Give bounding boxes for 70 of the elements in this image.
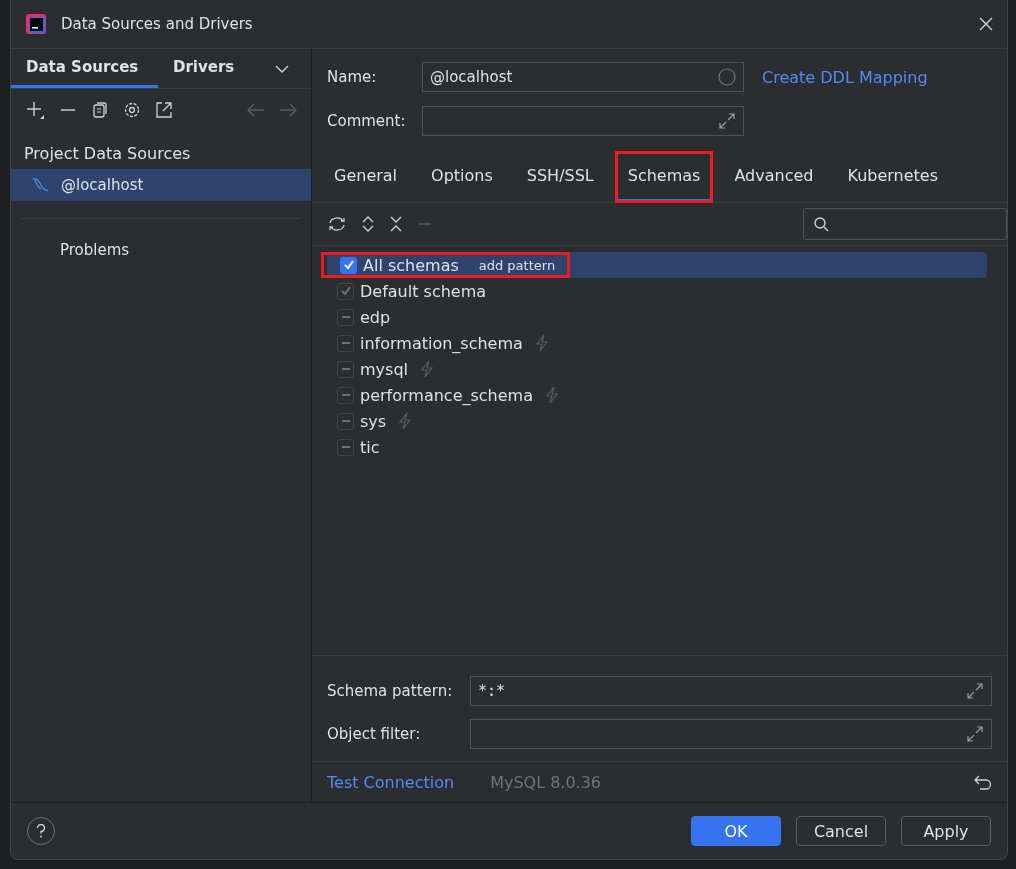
tab[interactable]: Kubernetes bbox=[835, 152, 951, 202]
expand-icon[interactable] bbox=[718, 112, 736, 130]
excluded-checkbox[interactable] bbox=[337, 334, 354, 352]
schema-name: information_schema bbox=[360, 333, 523, 353]
dash-icon bbox=[340, 445, 351, 449]
dash-icon bbox=[340, 393, 351, 397]
schema-name: tic bbox=[360, 437, 380, 457]
create-ddl-mapping-link[interactable]: Create DDL Mapping bbox=[762, 67, 928, 87]
sidebar-tab[interactable]: Drivers bbox=[158, 49, 250, 88]
pattern-field[interactable] bbox=[470, 719, 992, 749]
excluded-checkbox[interactable] bbox=[337, 308, 354, 326]
window-title: Data Sources and Drivers bbox=[61, 15, 254, 33]
schema-name: edp bbox=[360, 307, 391, 327]
data-source-item[interactable]: @localhost bbox=[11, 169, 311, 201]
copy-icon[interactable] bbox=[91, 101, 109, 119]
expand-all-icon[interactable] bbox=[361, 215, 375, 233]
pattern-field[interactable]: *:* bbox=[470, 676, 992, 706]
dialog-button[interactable]: OK bbox=[691, 816, 781, 846]
refresh-icon[interactable] bbox=[327, 215, 347, 233]
tab[interactable]: Schemas bbox=[615, 152, 713, 202]
tab[interactable]: General bbox=[322, 152, 410, 202]
excluded-checkbox[interactable] bbox=[337, 360, 354, 378]
checkmark-icon bbox=[338, 284, 353, 298]
section-heading: Project Data Sources bbox=[23, 143, 192, 165]
search-icon bbox=[813, 216, 829, 232]
expand-icon[interactable] bbox=[966, 725, 984, 743]
field-label: Name: bbox=[327, 68, 378, 86]
tab[interactable]: Advanced bbox=[722, 152, 826, 202]
dialog-button[interactable]: Cancel bbox=[796, 816, 886, 846]
collapse-all-icon[interactable] bbox=[389, 215, 403, 233]
test-connection-link[interactable]: Test Connection bbox=[327, 772, 455, 792]
excluded-checkbox[interactable] bbox=[337, 438, 354, 456]
sidebar-tab[interactable]: Data Sources bbox=[11, 49, 158, 88]
dash-icon bbox=[340, 315, 351, 319]
settings-icon[interactable] bbox=[123, 101, 141, 119]
schema-name: sys bbox=[360, 411, 387, 431]
excluded-checkbox[interactable] bbox=[337, 386, 354, 404]
schema-name: performance_schema bbox=[360, 385, 533, 405]
search-field[interactable] bbox=[803, 208, 1007, 240]
add-pattern-link[interactable]: add pattern bbox=[478, 257, 556, 273]
dash-icon bbox=[340, 341, 351, 345]
app-logo-icon bbox=[25, 13, 47, 35]
problems-item[interactable]: Problems bbox=[11, 241, 311, 259]
schema-name: All schemas bbox=[363, 255, 459, 275]
version-text: MySQL 8.0.36 bbox=[490, 772, 602, 792]
field-label: Object filter: bbox=[327, 725, 422, 743]
schema-name: mysql bbox=[360, 359, 408, 379]
question-mark-icon bbox=[36, 824, 46, 838]
schema-name: Default schema bbox=[360, 281, 487, 301]
checkmark-icon bbox=[341, 258, 356, 272]
tab[interactable]: Options bbox=[419, 152, 505, 202]
excluded-checkbox[interactable] bbox=[337, 412, 354, 430]
dolphin-icon bbox=[31, 177, 49, 193]
dialog-button[interactable]: Apply bbox=[901, 816, 991, 846]
add-icon[interactable] bbox=[25, 100, 45, 120]
undo-icon[interactable] bbox=[974, 774, 992, 790]
external-link-icon[interactable] bbox=[155, 101, 173, 119]
dash-icon bbox=[340, 367, 351, 371]
field-label: Comment: bbox=[327, 112, 407, 130]
tab[interactable]: SSH/SSL bbox=[514, 152, 606, 202]
close-icon[interactable] bbox=[979, 17, 993, 31]
comment-field[interactable] bbox=[422, 106, 744, 136]
expand-icon[interactable] bbox=[966, 682, 984, 700]
dash-icon bbox=[340, 419, 351, 423]
circle-icon bbox=[718, 68, 736, 86]
chevron-down-icon[interactable] bbox=[275, 64, 289, 73]
checkbox[interactable] bbox=[340, 256, 357, 274]
checkbox[interactable] bbox=[337, 282, 354, 300]
field-label: Schema pattern: bbox=[327, 682, 454, 700]
name-field[interactable]: @localhost bbox=[422, 62, 744, 92]
